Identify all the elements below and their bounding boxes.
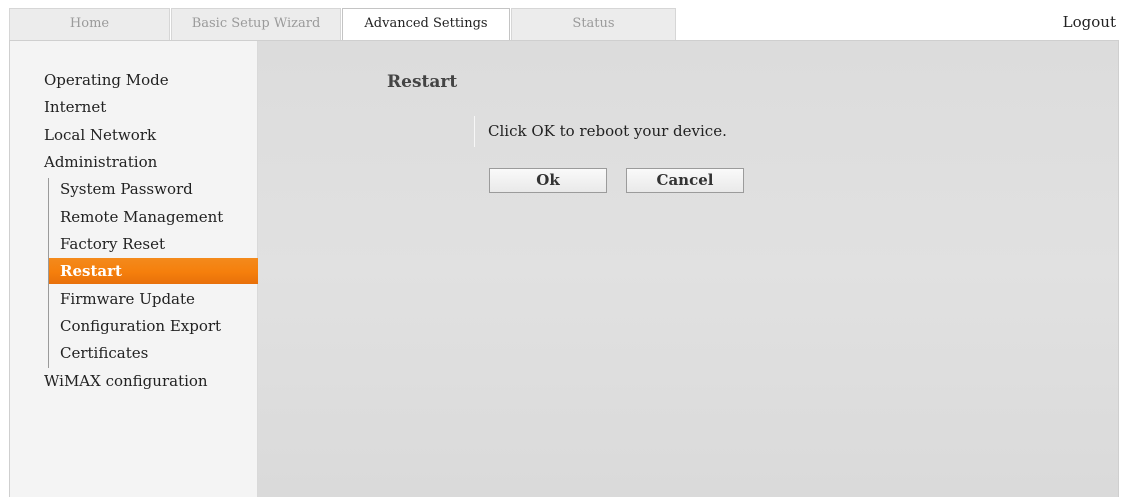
- sidebar-item-remote-management[interactable]: Remote Management: [60, 207, 223, 227]
- tab-status[interactable]: Status: [511, 8, 676, 40]
- cancel-button[interactable]: Cancel: [626, 168, 744, 193]
- ok-button[interactable]: Ok: [489, 168, 607, 193]
- logout-link[interactable]: Logout: [1063, 13, 1116, 31]
- sidebar-item-factory-reset[interactable]: Factory Reset: [60, 234, 165, 254]
- tab-basic-setup-wizard[interactable]: Basic Setup Wizard: [171, 8, 341, 40]
- sidebar-item-certificates[interactable]: Certificates: [60, 343, 148, 363]
- reboot-message: Click OK to reboot your device.: [488, 122, 727, 140]
- sidebar-item-operating-mode[interactable]: Operating Mode: [44, 70, 169, 90]
- sidebar-item-system-password[interactable]: System Password: [60, 179, 193, 199]
- tab-home[interactable]: Home: [9, 8, 170, 40]
- tab-advanced-settings[interactable]: Advanced Settings: [342, 8, 510, 42]
- content-panel: Restart Click OK to reboot your device. …: [258, 41, 1118, 497]
- sidebar: Operating Mode Internet Local Network Ad…: [10, 41, 266, 497]
- sidebar-item-internet[interactable]: Internet: [44, 97, 106, 117]
- sidebar-item-local-network[interactable]: Local Network: [44, 125, 156, 145]
- sidebar-item-firmware-update[interactable]: Firmware Update: [60, 289, 195, 309]
- sidebar-item-wimax-configuration[interactable]: WiMAX configuration: [44, 371, 208, 391]
- message-divider: [474, 116, 475, 147]
- page-title: Restart: [387, 72, 458, 92]
- sidebar-item-restart[interactable]: Restart: [49, 258, 266, 284]
- main-frame: Operating Mode Internet Local Network Ad…: [9, 40, 1119, 497]
- sidebar-item-configuration-export[interactable]: Configuration Export: [60, 316, 221, 336]
- sidebar-item-administration[interactable]: Administration: [44, 152, 157, 172]
